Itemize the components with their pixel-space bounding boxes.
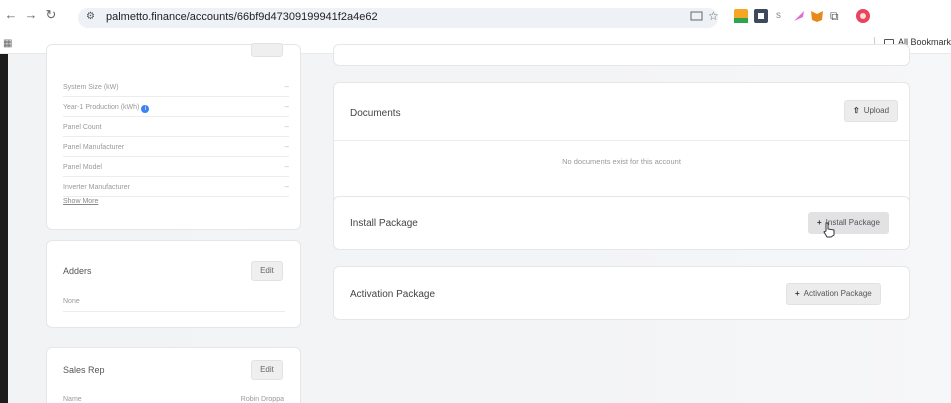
activation-package-card: Activation Package + Activation Package — [333, 266, 910, 320]
screen: ← → ↻ ⚙ palmetto.finance/accounts/66bf9d… — [0, 0, 951, 403]
install-package-title: Install Package — [350, 218, 418, 229]
spec-row: System Size (kW) -- — [63, 78, 289, 97]
adders-title: Adders — [63, 266, 92, 276]
spec-row: Panel Manufacturer -- — [63, 138, 289, 157]
activation-package-button[interactable]: + Activation Package — [786, 283, 881, 305]
divider — [63, 311, 285, 312]
forward-icon[interactable]: → — [24, 8, 38, 22]
page-edge — [0, 54, 8, 403]
extension-fox-icon[interactable] — [810, 9, 824, 23]
back-icon[interactable]: ← — [4, 8, 18, 22]
adders-card: Adders Edit None — [46, 240, 301, 328]
documents-title: Documents — [350, 108, 401, 119]
site-info-icon[interactable]: ⚙ — [86, 11, 95, 22]
url-text: palmetto.finance/accounts/66bf9d47309199… — [106, 11, 378, 23]
extensions-puzzle-icon[interactable]: ⧉ — [830, 9, 844, 23]
extension-new-icon[interactable] — [734, 9, 748, 23]
reload-icon[interactable]: ↻ — [44, 8, 58, 22]
info-icon[interactable]: i — [141, 105, 150, 113]
star-icon[interactable]: ☆ — [708, 9, 722, 23]
spec-row: Year-1 Production (kWh) i -- — [63, 98, 289, 117]
adders-value: None — [63, 298, 80, 305]
documents-card: Documents ⇧ Upload No documents exist for… — [333, 82, 910, 206]
adders-edit-button[interactable]: Edit — [251, 261, 283, 281]
extension-s-icon[interactable]: s — [776, 9, 790, 23]
apps-grid-icon[interactable]: ▦ — [3, 38, 12, 49]
system-details-card: System Size (kW) -- Year-1 Production (kW… — [46, 43, 301, 230]
upload-button[interactable]: ⇧ Upload — [844, 100, 899, 122]
sales-rep-edit-button[interactable]: Edit — [251, 360, 283, 380]
sales-rep-card: Sales Rep Edit Name Robin Droppa — [46, 347, 301, 403]
spec-row: Panel Count -- — [63, 118, 289, 137]
system-edit-button[interactable] — [251, 43, 283, 57]
page-content: System Size (kW) -- Year-1 Production (kW… — [0, 43, 951, 403]
activation-package-title: Activation Package — [350, 289, 436, 300]
profile-avatar[interactable] — [856, 9, 870, 23]
upload-icon: ⇧ — [853, 106, 860, 115]
extension-feather-icon[interactable] — [792, 9, 806, 23]
previous-card — [333, 44, 910, 66]
install-package-button[interactable]: + Install Package — [808, 212, 889, 234]
spec-row: Panel Model -- — [63, 158, 289, 177]
plus-icon: + — [817, 218, 822, 227]
hand-cursor-icon — [822, 222, 836, 238]
browser-toolbar: ← → ↻ ⚙ palmetto.finance/accounts/66bf9d… — [0, 0, 951, 32]
plus-icon: + — [795, 289, 800, 298]
empty-documents-message: No documents exist for this account — [562, 157, 681, 166]
divider — [334, 140, 909, 141]
sales-rep-name-value: Robin Droppa — [240, 396, 284, 403]
sales-rep-name-label: Name — [63, 396, 82, 403]
address-bar[interactable]: ⚙ palmetto.finance/accounts/66bf9d473091… — [78, 8, 718, 28]
show-more-link[interactable]: Show More — [63, 198, 98, 205]
spec-row: Inverter Manufacturer -- — [63, 178, 289, 197]
sales-rep-title: Sales Rep — [63, 365, 105, 375]
cast-icon[interactable] — [690, 9, 704, 23]
extension-box-icon[interactable] — [754, 9, 768, 23]
